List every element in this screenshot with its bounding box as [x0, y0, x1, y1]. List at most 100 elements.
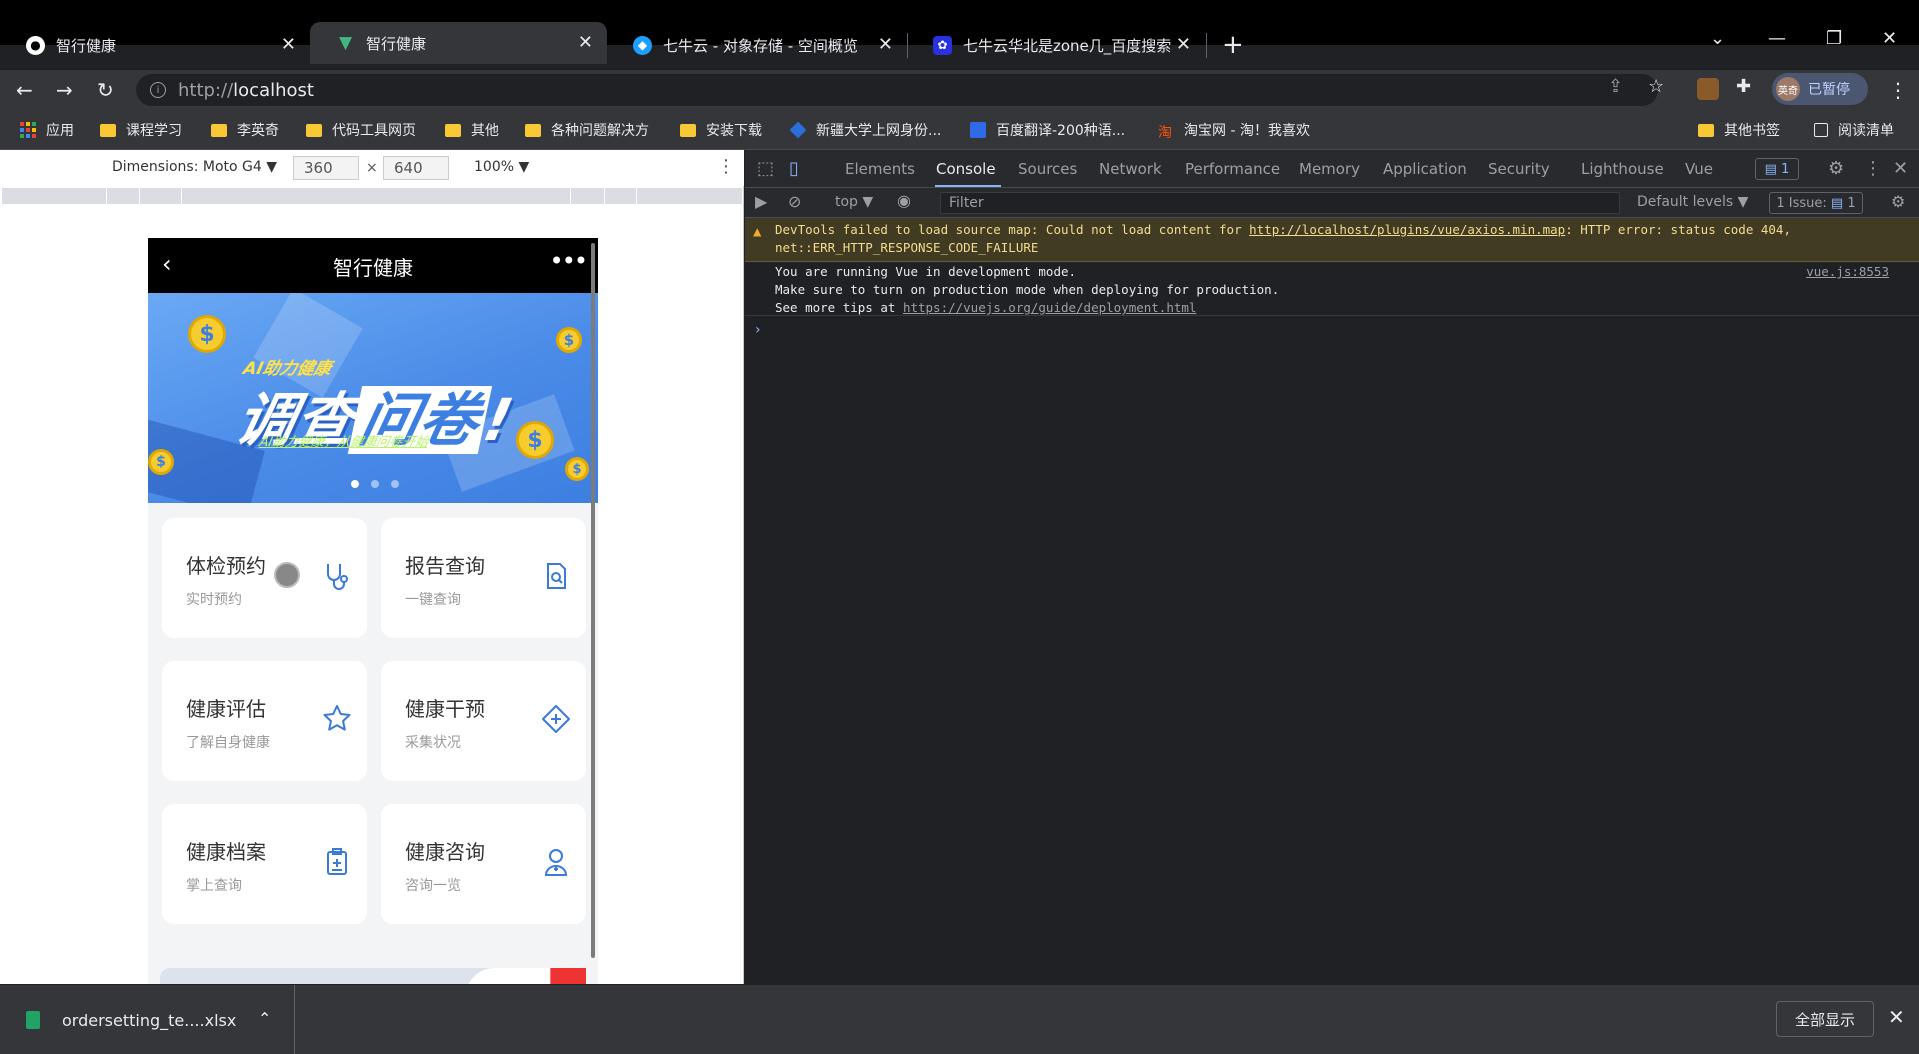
console-settings-icon[interactable]: ⚙ — [1891, 192, 1905, 211]
tab-search-icon[interactable]: ⌄ — [1710, 28, 1725, 49]
window-close-icon[interactable]: ✕ — [1882, 28, 1897, 49]
tab-application[interactable]: Application — [1383, 160, 1467, 178]
tab-network[interactable]: Network — [1099, 160, 1162, 178]
device-toggle-icon[interactable]: ▯ — [789, 158, 799, 179]
download-shelf-close-icon[interactable]: ✕ — [1888, 1005, 1905, 1029]
close-icon[interactable]: ✕ — [878, 34, 893, 55]
coin-icon: $ — [556, 327, 582, 353]
tab-security[interactable]: Security — [1488, 160, 1550, 178]
reload-icon[interactable]: ↻ — [97, 78, 114, 102]
tab-memory[interactable]: Memory — [1299, 160, 1360, 178]
tab-console[interactable]: Console — [936, 160, 996, 178]
site-info-icon[interactable]: i — [150, 82, 166, 98]
log-source-link[interactable]: vue.js:8553 — [1806, 263, 1889, 281]
extensions-puzzle-icon[interactable]: ✚ — [1736, 76, 1751, 97]
pager-dot[interactable] — [371, 480, 379, 488]
close-icon[interactable]: ✕ — [281, 34, 296, 55]
devtools-close-icon[interactable]: ✕ — [1893, 158, 1908, 179]
restore-icon[interactable]: ❐ — [1826, 28, 1842, 49]
phone-scrollbar[interactable] — [591, 243, 595, 958]
sourcemap-link[interactable]: http://localhost/plugins/vue/axios.min.m… — [1249, 222, 1565, 237]
card-health-consult[interactable]: 健康咨询 咨询一览 — [381, 804, 586, 924]
tab-lighthouse[interactable]: Lighthouse — [1581, 160, 1664, 178]
bookmark-site[interactable]: 新疆大学上网身份... — [789, 120, 941, 140]
bookmark-folder[interactable]: 其他 — [445, 120, 499, 140]
more-icon[interactable]: ••• — [550, 247, 588, 275]
messages-badge[interactable]: ▤ 1 — [1755, 158, 1799, 180]
touch-cursor — [274, 562, 300, 588]
tab-vue[interactable]: Vue — [1685, 160, 1713, 178]
context-select[interactable]: top ▼ — [835, 194, 873, 210]
address-bar[interactable]: i http://localhost — [136, 74, 1658, 106]
bookmark-folder-other[interactable]: 其他书签 — [1698, 120, 1780, 140]
device-viewport: Dimensions: Moto G4 ▼ 360 × 640 100% ▼ ⋮… — [0, 150, 744, 984]
bookmark-label: 阅读清单 — [1838, 123, 1894, 139]
extension-avatar-icon[interactable] — [1697, 78, 1719, 100]
card-health-records[interactable]: 健康档案 掌上查询 — [162, 804, 367, 924]
close-icon[interactable]: ✕ — [578, 32, 593, 53]
reading-list[interactable]: 阅读清单 — [1814, 120, 1894, 140]
bookmark-site[interactable]: 淘淘宝网 - 淘！我喜欢 — [1158, 120, 1310, 141]
device-more-icon[interactable]: ⋮ — [717, 156, 735, 177]
tab-elements[interactable]: Elements — [845, 160, 915, 178]
card-report-query[interactable]: 报告查询 一键查询 — [381, 518, 586, 638]
minimize-icon[interactable]: — — [1768, 28, 1786, 49]
tab-2-active[interactable]: ▼ 智行健康 ✕ — [310, 22, 607, 64]
promo-banner-partial[interactable] — [160, 968, 586, 984]
inspect-element-icon[interactable]: ⬚ — [757, 158, 774, 179]
share-icon[interactable]: ⇪ — [1608, 76, 1623, 97]
issues-button[interactable]: 1 Issue: ▤ 1 — [1769, 192, 1863, 214]
bookmark-folder[interactable]: 安装下载 — [680, 120, 762, 140]
download-item[interactable]: ordersetting_te....xlsx ⌃ — [0, 985, 295, 1054]
warning-line-2: net::ERR_HTTP_RESPONSE_CODE_FAILURE — [775, 240, 1039, 255]
bookmark-folder[interactable]: 各种问题解决方 — [525, 120, 649, 140]
qiniu-icon: ◆ — [633, 35, 652, 55]
profile-button[interactable]: 英奇 已暂停 — [1772, 73, 1868, 105]
survey-banner[interactable]: $ $ $ $ $ AI助力健康 调查问卷! AI助力健康，从健康问卷开始 — [148, 293, 598, 503]
sidebar-toggle-icon[interactable]: ▶ — [755, 192, 767, 211]
tab-4[interactable]: ✿ 七牛云华北是zone几_百度搜索 ✕ — [907, 24, 1205, 66]
media-query-bar[interactable] — [2, 188, 742, 204]
console-prompt[interactable]: › — [755, 322, 761, 338]
bookmark-folder[interactable]: 代码工具网页 — [306, 120, 416, 140]
zoom-select[interactable]: 100% ▼ — [474, 159, 529, 175]
bookmark-folder[interactable]: 李英奇 — [211, 120, 279, 140]
tab-performance[interactable]: Performance — [1185, 160, 1280, 178]
devtools-menu-icon[interactable]: ⋮ — [1864, 158, 1882, 179]
device-height-input[interactable]: 640 — [383, 156, 449, 180]
forward-icon[interactable]: → — [56, 78, 73, 102]
show-all-button[interactable]: 全部显示 — [1776, 1001, 1874, 1037]
pager-dot[interactable] — [351, 480, 359, 488]
stethoscope-icon — [327, 564, 348, 590]
device-width-input[interactable]: 360 — [293, 156, 359, 180]
folder-icon — [525, 123, 541, 137]
warning-icon: ▲ — [753, 224, 762, 240]
device-select[interactable]: Dimensions: Moto G4 ▼ — [112, 159, 277, 175]
card-health-assessment[interactable]: 健康评估 了解自身健康 — [162, 661, 367, 781]
log-levels-select[interactable]: Default levels ▼ — [1637, 194, 1748, 210]
vue-deployment-link[interactable]: https://vuejs.org/guide/deployment.html — [903, 300, 1197, 315]
back-icon[interactable]: ← — [16, 78, 33, 102]
clear-console-icon[interactable]: ⊘ — [788, 192, 801, 211]
app-header: ‹ 智行健康 ••• — [148, 238, 598, 293]
folder-icon — [306, 123, 322, 137]
tab-3[interactable]: ◆ 七牛云 - 对象存储 - 空间概览 ✕ — [607, 24, 907, 66]
bookmark-apps[interactable]: 应用 — [20, 120, 74, 140]
card-checkup-booking[interactable]: 体检预约 实时预约 — [162, 518, 367, 638]
live-expression-eye-icon[interactable]: ◉ — [897, 191, 911, 210]
bookmark-folder[interactable]: 课程学习 — [100, 120, 182, 140]
bookmark-star-icon[interactable]: ☆ — [1648, 76, 1664, 97]
chrome-menu-icon[interactable]: ⋮ — [1888, 78, 1908, 102]
chevron-up-icon[interactable]: ⌃ — [258, 1009, 271, 1028]
console-filter-input[interactable]: Filter — [940, 192, 1620, 214]
pager-dot[interactable] — [391, 480, 399, 488]
new-tab-button[interactable]: + — [1222, 30, 1244, 60]
issues-label: 1 Issue: — [1776, 195, 1827, 211]
tab-sources[interactable]: Sources — [1018, 160, 1077, 178]
log-line: You are running Vue in development mode. — [775, 264, 1077, 279]
close-icon[interactable]: ✕ — [1176, 34, 1191, 55]
tab-1[interactable]: ● 智行健康 ✕ — [0, 24, 310, 66]
bookmark-site[interactable]: 百度翻译-200种语... — [970, 120, 1125, 140]
settings-gear-icon[interactable]: ⚙ — [1828, 158, 1844, 179]
card-health-intervention[interactable]: 健康干预 采集状况 — [381, 661, 586, 781]
